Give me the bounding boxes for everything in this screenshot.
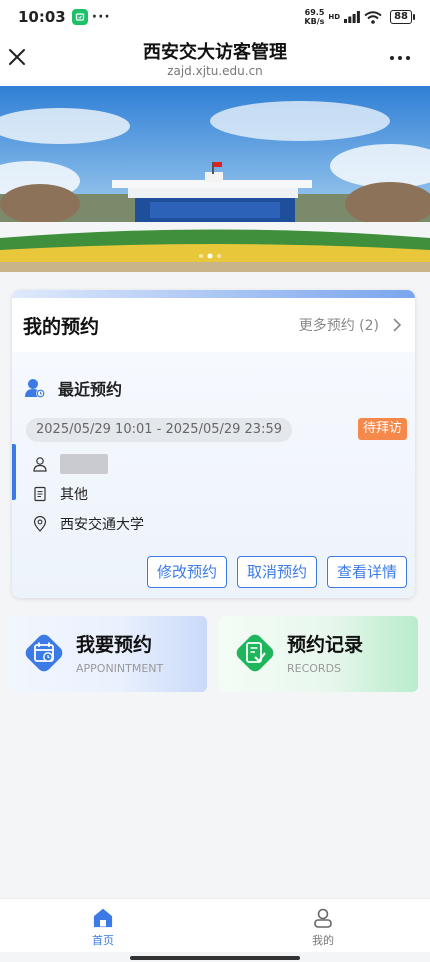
visitor-name-row xyxy=(32,454,108,474)
status-time: 10:03 xyxy=(18,8,66,26)
document-icon xyxy=(34,486,46,502)
view-details-button[interactable]: 查看详情 xyxy=(326,556,407,588)
chevron-right-icon xyxy=(393,318,402,332)
bottom-tab-bar: 首页 我的 xyxy=(0,898,430,952)
card-header: 我的预约 更多预约 (2) xyxy=(12,298,415,352)
status-indicators: 69.5 KB/s HD 88 xyxy=(304,8,415,26)
home-indicator[interactable] xyxy=(130,956,300,960)
status-more-dots: ··· xyxy=(91,9,111,25)
appointment-records-card[interactable]: 预约记录 RECORDS xyxy=(219,616,418,692)
hd-indicator: HD xyxy=(328,13,341,21)
home-icon xyxy=(93,908,113,928)
appointment-records-subtitle: RECORDS xyxy=(287,662,342,675)
card-accent-strip xyxy=(12,290,415,298)
appointment-time-range: 2025/05/29 10:01 - 2025/05/29 23:59 xyxy=(26,418,293,442)
card-title: 我的预约 xyxy=(23,315,100,338)
accent-bar xyxy=(12,444,16,500)
tab-home-label: 首页 xyxy=(92,934,114,947)
recent-title: 最近预约 xyxy=(58,380,123,399)
recent-appointment-heading: 最近预约 xyxy=(24,376,122,400)
my-appointments-card: 我的预约 更多预约 (2) 最近预约 2025/05/29 10:01 - 20… xyxy=(12,290,415,598)
make-appointment-title: 我要预约 xyxy=(76,634,153,656)
status-bar: 10:03 ··· 69.5 KB/s HD 88 xyxy=(0,0,430,34)
tab-mine-label: 我的 xyxy=(312,934,334,947)
campus-banner[interactable] xyxy=(0,86,430,272)
banner-dot[interactable] xyxy=(199,254,203,258)
purpose-row: 其他 xyxy=(32,484,88,504)
appointment-records-title: 预约记录 xyxy=(287,634,364,656)
battery-indicator: 88 xyxy=(390,10,415,24)
make-appointment-card[interactable]: 我要预约 APPONINTMENT xyxy=(8,616,207,692)
page-url: zajd.xjtu.edu.cn xyxy=(167,64,263,78)
wifi-icon xyxy=(364,10,382,24)
profile-icon xyxy=(314,908,332,928)
cancel-appointment-button[interactable]: 取消预约 xyxy=(236,556,317,588)
action-buttons: 修改预约 取消预约 查看详情 xyxy=(146,556,407,588)
purpose-text: 其他 xyxy=(60,487,88,503)
banner-dot[interactable] xyxy=(217,254,221,258)
visitor-name-redacted xyxy=(60,454,108,474)
page-title: 西安交大访客管理 xyxy=(143,42,287,63)
banner-image xyxy=(0,86,430,272)
tab-mine[interactable]: 我的 xyxy=(283,907,363,948)
more-icon[interactable] xyxy=(390,48,414,68)
banner-dot-active[interactable] xyxy=(207,253,213,259)
app-notification-icon xyxy=(71,9,88,25)
user-icon xyxy=(25,379,45,398)
location-row: 西安交通大学 xyxy=(32,514,144,534)
records-icon xyxy=(236,634,274,672)
recent-appointment[interactable]: 最近预约 2025/05/29 10:01 - 2025/05/29 23:59… xyxy=(12,352,415,598)
location-pin-icon xyxy=(33,516,47,532)
network-speed: 69.5 KB/s xyxy=(304,8,325,26)
nav-header: 西安交大访客管理 zajd.xjtu.edu.cn xyxy=(0,34,430,86)
make-appointment-subtitle: APPONINTMENT xyxy=(76,662,164,675)
signal-icon xyxy=(344,11,360,23)
status-badge: 待拜访 xyxy=(357,418,407,440)
person-icon xyxy=(33,457,47,472)
modify-appointment-button[interactable]: 修改预约 xyxy=(146,556,227,588)
calendar-icon xyxy=(25,634,63,672)
more-appointments-link[interactable]: 更多预约 (2) xyxy=(299,315,403,335)
location-text: 西安交通大学 xyxy=(60,517,144,533)
tab-home[interactable]: 首页 xyxy=(63,907,143,948)
